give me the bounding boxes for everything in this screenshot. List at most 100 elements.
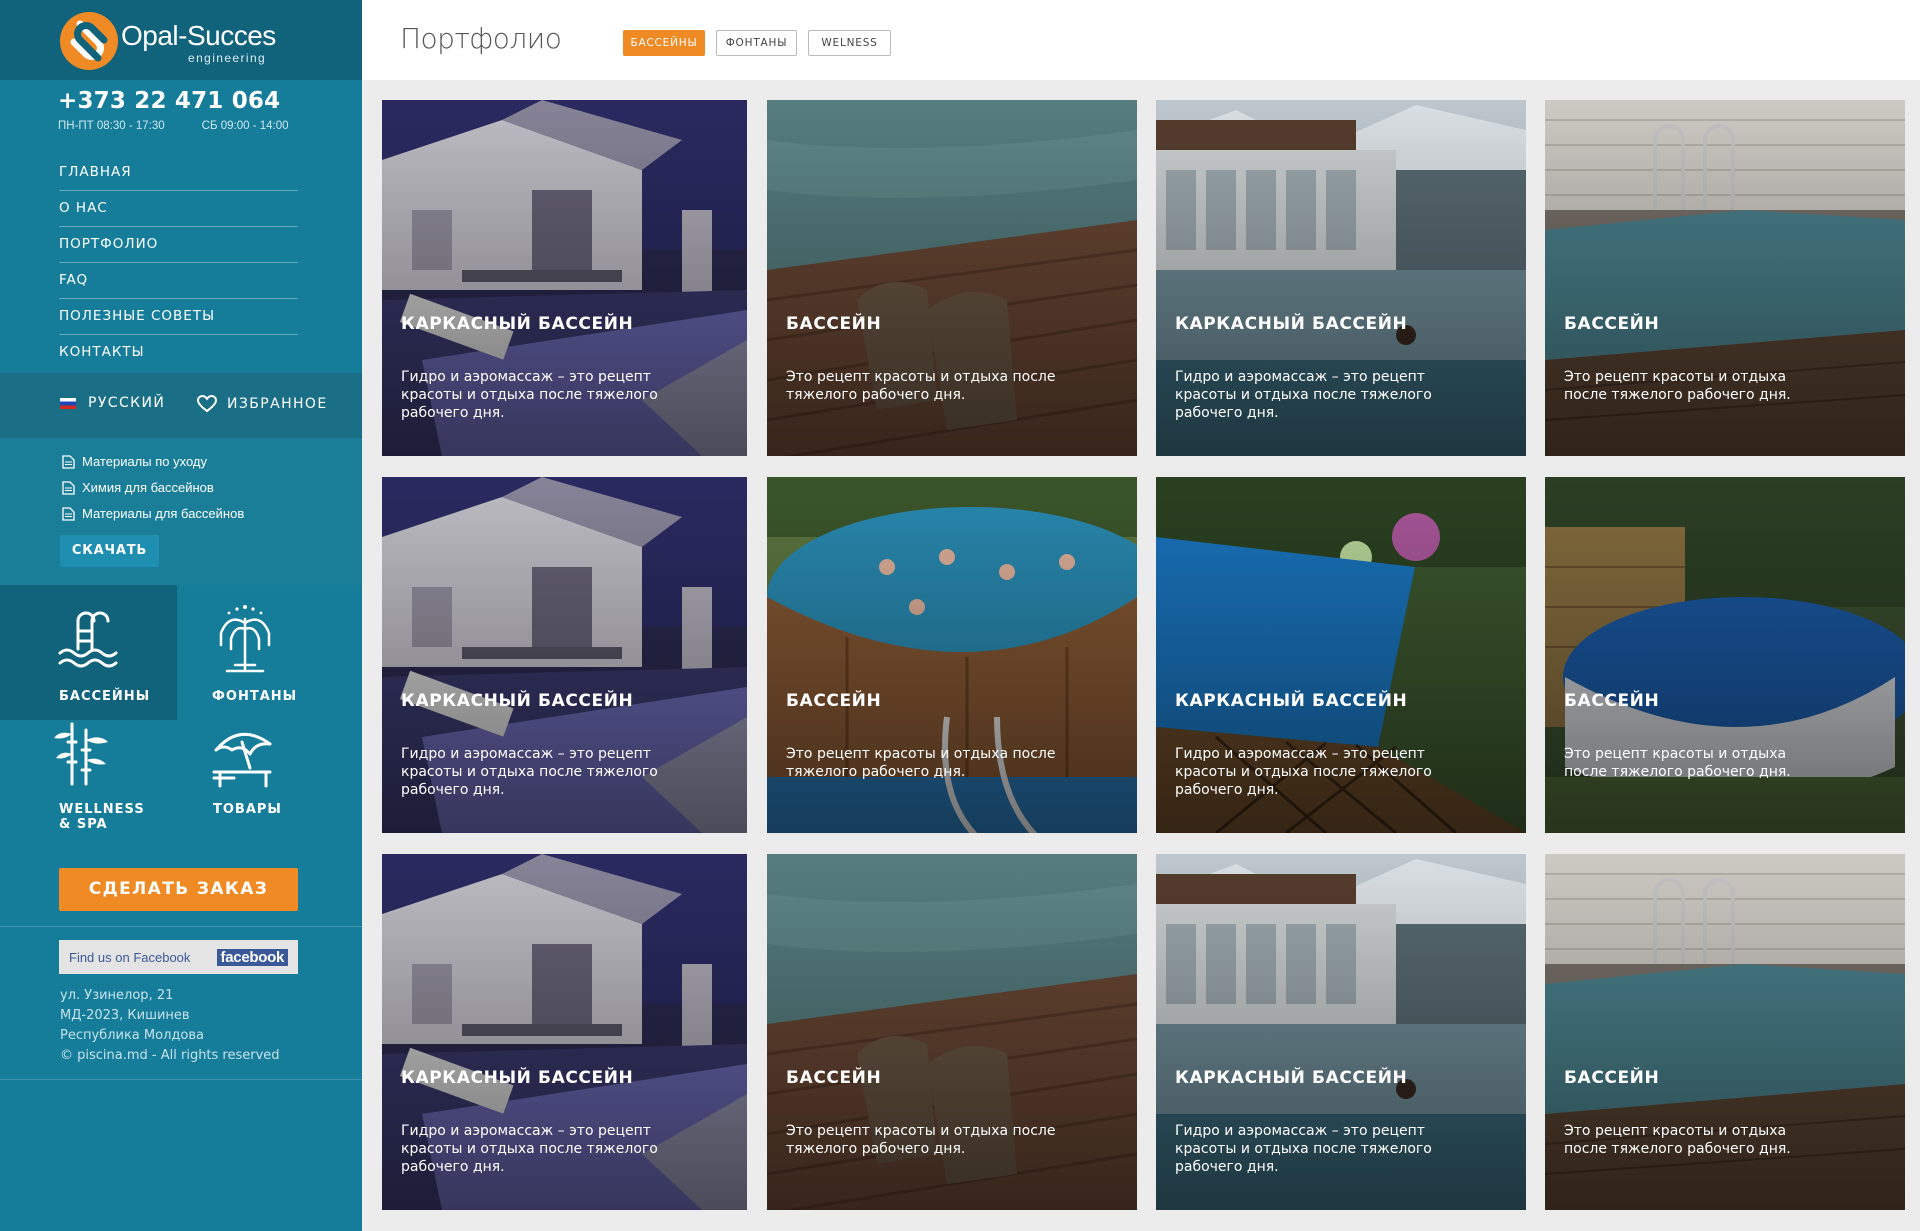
language-favorites-bar: РУССКИЙ ИЗБРАННОЕ bbox=[0, 373, 362, 438]
category-label: ТОВАРЫ bbox=[213, 802, 282, 817]
nav-item-home[interactable]: ГЛАВНАЯ bbox=[59, 155, 298, 191]
facebook-widget[interactable]: Find us on Facebook facebook bbox=[59, 940, 298, 974]
portfolio-tile[interactable]: КАРКАСНЫЙ БАССЕЙН Гидро и аэромассаж – э… bbox=[382, 477, 747, 833]
brand-sub: engineering bbox=[188, 51, 267, 65]
main-nav: ГЛАВНАЯ О НАС ПОРТФОЛИО FAQ ПОЛЕЗНЫЕ СОВ… bbox=[59, 155, 298, 371]
phone-number[interactable]: +373 22 471 064 bbox=[58, 88, 326, 114]
divider bbox=[0, 926, 362, 927]
portfolio-tile[interactable]: БАССЕЙН Это рецепт красоты и отдыха посл… bbox=[767, 100, 1137, 456]
portfolio-tile[interactable]: БАССЕЙН Это рецепт красоты и отдыха посл… bbox=[767, 854, 1137, 1210]
category-label: ФОНТАНЫ bbox=[212, 689, 298, 704]
category-goods[interactable]: ТОВАРЫ bbox=[177, 720, 354, 855]
portfolio-title: КАРКАСНЫЙ БАССЕЙН bbox=[401, 691, 634, 711]
documents-panel: Материалы по уходу Химия для бассейнов М… bbox=[0, 438, 362, 585]
portfolio-tile[interactable]: БАССЕЙН Это рецепт красоты и отдыха посл… bbox=[1545, 477, 1905, 833]
portfolio-tile[interactable]: КАРКАСНЫЙ БАССЕЙН Гидро и аэромассаж – э… bbox=[1156, 100, 1526, 456]
filter-pools[interactable]: БАССЕЙНЫ bbox=[623, 30, 705, 56]
category-label: БАССЕЙНЫ bbox=[59, 689, 151, 704]
portfolio-tile[interactable]: КАРКАСНЫЙ БАССЕЙН Гидро и аэромассаж – э… bbox=[1156, 854, 1526, 1210]
document-icon bbox=[62, 506, 75, 521]
working-hours: ПН-ПТ 08:30 - 17:30 СБ 09:00 - 14:00 bbox=[58, 120, 326, 132]
logo[interactable]: Opal-Succes engineering bbox=[0, 0, 362, 80]
portfolio-title: КАРКАСНЫЙ БАССЕЙН bbox=[401, 314, 634, 334]
portfolio-description: Это рецепт красоты и отдыха после тяжело… bbox=[786, 746, 1056, 780]
favorites-label: ИЗБРАННОЕ bbox=[227, 396, 328, 412]
portfolio-title: КАРКАСНЫЙ БАССЕЙН bbox=[401, 1068, 634, 1088]
hours-weekday: ПН-ПТ 08:30 - 17:30 bbox=[58, 120, 165, 132]
portfolio-description: Гидро и аэромассаж – это рецепт красоты … bbox=[401, 1123, 658, 1175]
portfolio-title: БАССЕЙН bbox=[786, 1068, 882, 1088]
divider bbox=[0, 1079, 362, 1080]
nav-item-about[interactable]: О НАС bbox=[59, 191, 298, 227]
nav-item-tips[interactable]: ПОЛЕЗНЫЕ СОВЕТЫ bbox=[59, 299, 298, 335]
category-label-line1: WELLNESS bbox=[59, 802, 145, 817]
brand-name: Opal-Succes bbox=[121, 20, 276, 51]
pool-ladder-icon bbox=[58, 611, 118, 668]
portfolio-title: КАРКАСНЫЙ БАССЕЙН bbox=[1175, 314, 1408, 334]
content-header: Портфолио БАССЕЙНЫ ФОНТАНЫ WELNESS bbox=[362, 0, 1920, 80]
doc-label: Материалы для бассейнов bbox=[82, 506, 245, 521]
portfolio-title: БАССЕЙН bbox=[1564, 314, 1660, 334]
russian-flag-icon bbox=[60, 397, 76, 409]
doc-link-care-materials[interactable]: Материалы по уходу bbox=[62, 454, 207, 469]
favorites-link[interactable]: ИЗБРАННОЕ bbox=[197, 395, 328, 413]
portfolio-title: БАССЕЙН bbox=[786, 314, 882, 334]
address-line: Республика Молдова bbox=[60, 1028, 204, 1043]
category-wellness-spa[interactable]: WELLNESS & SPA bbox=[0, 720, 177, 855]
portfolio-title: БАССЕЙН bbox=[1564, 1068, 1660, 1088]
category-label-line2: & SPA bbox=[59, 817, 108, 832]
portfolio-description: Это рецепт красоты и отдыха после тяжело… bbox=[786, 369, 1056, 403]
doc-label: Материалы по уходу bbox=[82, 454, 207, 469]
facebook-find-text: Find us on Facebook bbox=[69, 949, 191, 965]
category-fountains[interactable]: ФОНТАНЫ bbox=[177, 585, 354, 720]
nav-item-contacts[interactable]: КОНТАКТЫ bbox=[59, 335, 298, 371]
doc-link-pool-materials[interactable]: Материалы для бассейнов bbox=[62, 506, 244, 521]
portfolio-tile[interactable]: БАССЕЙН Это рецепт красоты и отдыха посл… bbox=[767, 477, 1137, 833]
document-icon bbox=[62, 480, 75, 495]
bamboo-icon bbox=[54, 722, 108, 786]
address-block: ул. Узинелор, 21 МД-2023, Кишинев Респуб… bbox=[60, 986, 280, 1066]
heart-icon bbox=[197, 395, 217, 413]
portfolio-title: КАРКАСНЫЙ БАССЕЙН bbox=[1175, 691, 1408, 711]
nav-item-portfolio[interactable]: ПОРТФОЛИО bbox=[59, 227, 298, 263]
filter-wellness[interactable]: WELNESS bbox=[808, 30, 891, 56]
doc-label: Химия для бассейнов bbox=[82, 480, 214, 495]
portfolio-description: Гидро и аэромассаж – это рецепт красоты … bbox=[1175, 369, 1432, 421]
nav-item-faq[interactable]: FAQ bbox=[59, 263, 298, 299]
portfolio-description: Гидро и аэромассаж – это рецепт красоты … bbox=[1175, 1123, 1432, 1175]
portfolio-tile[interactable]: БАССЕЙН Это рецепт красоты и отдыха посл… bbox=[1545, 854, 1905, 1210]
portfolio-description: Это рецепт красоты и отдыха после тяжело… bbox=[1564, 369, 1791, 403]
hours-saturday: СБ 09:00 - 14:00 bbox=[201, 120, 289, 132]
sidebar: Opal-Succes engineering +373 22 471 064 … bbox=[0, 0, 362, 1231]
filter-fountains[interactable]: ФОНТАНЫ bbox=[716, 30, 797, 56]
address-line: МД-2023, Кишинев bbox=[60, 1008, 190, 1023]
copyright: © piscina.md - All rights reserved bbox=[60, 1048, 280, 1063]
beach-umbrella-icon bbox=[212, 732, 272, 788]
portfolio-tile[interactable]: КАРКАСНЫЙ БАССЕЙН Гидро и аэромассаж – э… bbox=[382, 100, 747, 456]
portfolio-title: БАССЕЙН bbox=[786, 691, 882, 711]
portfolio-title: БАССЕЙН bbox=[1564, 691, 1660, 711]
category-pools[interactable]: БАССЕЙНЫ bbox=[0, 585, 177, 720]
portfolio-description: Это рецепт красоты и отдыха после тяжело… bbox=[1564, 746, 1791, 780]
category-menu: БАССЕЙНЫ ФОНТАНЫ WELLNESS & SPA ТОВАРЫ bbox=[0, 585, 362, 861]
portfolio-tile[interactable]: БАССЕЙН Это рецепт красоты и отдыха посл… bbox=[1545, 100, 1905, 456]
fountain-icon bbox=[219, 605, 271, 673]
language-label: РУССКИЙ bbox=[88, 395, 166, 411]
portfolio-description: Гидро и аэромассаж – это рецепт красоты … bbox=[401, 746, 658, 798]
logo-mark-icon bbox=[60, 12, 118, 70]
portfolio-title: КАРКАСНЫЙ БАССЕЙН bbox=[1175, 1068, 1408, 1088]
portfolio-tile[interactable]: КАРКАСНЫЙ БАССЕЙН Гидро и аэромассаж – э… bbox=[382, 854, 747, 1210]
document-icon bbox=[62, 454, 75, 469]
contact-block: +373 22 471 064 ПН-ПТ 08:30 - 17:30 СБ 09… bbox=[58, 88, 326, 132]
portfolio-description: Это рецепт красоты и отдыха после тяжело… bbox=[786, 1123, 1056, 1157]
language-selector[interactable]: РУССКИЙ bbox=[60, 395, 165, 411]
doc-link-pool-chemistry[interactable]: Химия для бассейнов bbox=[62, 480, 214, 495]
page-title: Портфолио bbox=[400, 22, 562, 55]
download-button[interactable]: СКАЧАТЬ bbox=[60, 535, 159, 567]
category-label: WELLNESS & SPA bbox=[59, 802, 145, 832]
order-button[interactable]: СДЕЛАТЬ ЗАКАЗ bbox=[59, 868, 298, 911]
portfolio-description: Гидро и аэромассаж – это рецепт красоты … bbox=[401, 369, 658, 421]
address-line: ул. Узинелор, 21 bbox=[60, 988, 174, 1003]
portfolio-tile[interactable]: КАРКАСНЫЙ БАССЕЙН Гидро и аэромассаж – э… bbox=[1156, 477, 1526, 833]
facebook-logo: facebook bbox=[216, 948, 288, 966]
